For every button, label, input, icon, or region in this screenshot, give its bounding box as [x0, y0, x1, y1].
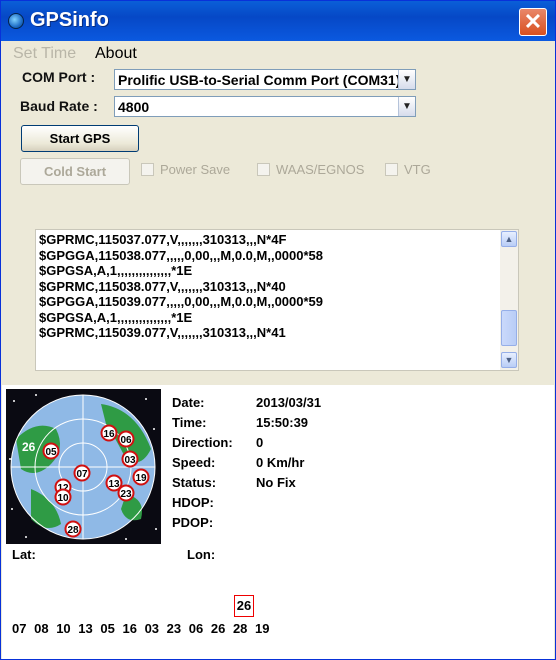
window-title: GPSinfo	[30, 9, 109, 31]
speed-value: 0 Km/hr	[256, 455, 305, 470]
sat-id: 05	[100, 621, 115, 636]
satellite-marker-label: 03	[124, 455, 136, 466]
chevron-down-icon[interactable]: ▼	[398, 97, 415, 116]
sat-id: 10	[56, 621, 71, 636]
lon-label: Lon:	[187, 547, 216, 562]
waas-egnos-checkbox[interactable]: WAAS/EGNOS	[257, 162, 364, 177]
sat-id: 28	[232, 621, 248, 636]
satellite-marker-label: 13	[108, 479, 120, 490]
satellite-marker-label: 19	[135, 473, 147, 484]
nmea-line: $GPRMC,115039.077,V,,,,,,,310313,,,N*41	[39, 325, 286, 340]
scroll-up-icon[interactable]: ▲	[501, 231, 517, 247]
globe-icon	[8, 13, 24, 29]
satellite-marker-label: 07	[76, 469, 88, 480]
signal-bar-label: 26	[234, 595, 254, 617]
baud-rate-label: Baud Rate :	[20, 98, 98, 114]
nmea-line: $GPRMC,115037.077,V,,,,,,,310313,,,N*4F	[39, 232, 287, 247]
lat-label: Lat:	[12, 547, 36, 562]
power-save-label: Power Save	[160, 162, 231, 177]
sat-id: 16	[122, 621, 137, 636]
satellite-id-list: 07 08 10 13 05 16 03 23 06 26 28 19	[12, 621, 270, 636]
nmea-line: $GPGGA,115038.077,,,,,0,00,,,M,0.0,M,,00…	[39, 247, 324, 263]
satellite-marker-label: 16	[103, 429, 115, 440]
vtg-label: VTG	[404, 162, 431, 177]
menu-bar: Set Time About	[1, 43, 555, 65]
baud-rate-select[interactable]: 4800 ▼	[114, 96, 416, 117]
sat-id: 08	[34, 621, 49, 636]
com-port-select[interactable]: Prolific USB-to-Serial Comm Port (COM31)…	[114, 69, 416, 90]
title-bar[interactable]: GPSinfo ✕	[1, 1, 555, 41]
nmea-line: $GPGSA,A,1,,,,,,,,,,,,,,,*1E	[39, 263, 193, 278]
satellite-marker-label: 10	[57, 493, 69, 504]
speed-label: Speed:	[172, 455, 216, 470]
satellite-marker-label: 28	[67, 525, 79, 536]
time-value: 15:50:39	[256, 415, 309, 430]
sat-id: 13	[78, 621, 93, 636]
nmea-lines: $GPRMC,115037.077,V,,,,,,,310313,,,N*4F …	[39, 232, 494, 341]
status-label: Status:	[172, 475, 217, 490]
com-port-label: COM Port :	[22, 69, 96, 85]
satellite-marker-label: 05	[45, 447, 57, 458]
date-label: Date:	[172, 395, 205, 410]
close-button[interactable]: ✕	[519, 8, 547, 36]
vertical-scrollbar[interactable]: ▲ ▼	[500, 230, 518, 370]
date-value: 2013/03/31	[256, 395, 322, 410]
com-port-value: Prolific USB-to-Serial Comm Port (COM31)	[118, 72, 401, 88]
baud-rate-value: 4800	[118, 99, 150, 115]
menu-about[interactable]: About	[95, 45, 137, 63]
sat-id: 06	[188, 621, 204, 636]
scroll-down-icon[interactable]: ▼	[501, 352, 517, 368]
start-gps-button[interactable]: Start GPS	[21, 125, 139, 152]
satellite-marker-label: 23	[120, 489, 132, 500]
nmea-line: $GPGGA,115039.077,,,,,0,00,,,M,0.0,M,,00…	[39, 294, 324, 309]
gpsinfo-window: GPSinfo ✕ Set Time About COM Port : Prol…	[0, 0, 556, 660]
satellite-marker-label: 06	[120, 435, 132, 446]
hdop-label: HDOP:	[172, 495, 214, 510]
menu-set-time[interactable]: Set Time	[13, 45, 76, 63]
time-label: Time:	[172, 415, 207, 430]
sat-id: 26	[210, 621, 226, 636]
vtg-checkbox[interactable]: VTG	[385, 162, 431, 177]
cold-start-button[interactable]: Cold Start	[20, 158, 130, 185]
direction-label: Direction:	[172, 435, 233, 450]
nmea-log[interactable]: $GPRMC,115037.077,V,,,,,,,310313,,,N*4F …	[35, 229, 519, 371]
power-save-checkbox[interactable]: Power Save	[141, 162, 230, 177]
sky-view: 0516060319071323121028 26	[6, 389, 161, 544]
sat-id: 19	[255, 621, 270, 636]
scroll-thumb[interactable]	[501, 310, 517, 346]
sky-plot: 0516060319071323121028	[9, 394, 157, 540]
direction-value: 0	[256, 435, 264, 450]
sat-id: 03	[144, 621, 160, 636]
pdop-label: PDOP:	[172, 515, 214, 530]
chevron-down-icon[interactable]: ▼	[398, 70, 415, 89]
sat-id: 23	[166, 621, 182, 636]
nmea-line: $GPGSA,A,1,,,,,,,,,,,,,,,*1E	[39, 309, 193, 325]
sat-id: 07	[12, 621, 27, 636]
status-value: No Fix	[256, 475, 296, 490]
gps-status-panel: 0516060319071323121028 26 Date: 2013/03/…	[2, 385, 554, 659]
sat-26-label: 26	[22, 440, 36, 454]
nmea-line: $GPRMC,115038.077,V,,,,,,,310313,,,N*40	[39, 278, 286, 294]
waas-egnos-label: WAAS/EGNOS	[276, 162, 365, 177]
